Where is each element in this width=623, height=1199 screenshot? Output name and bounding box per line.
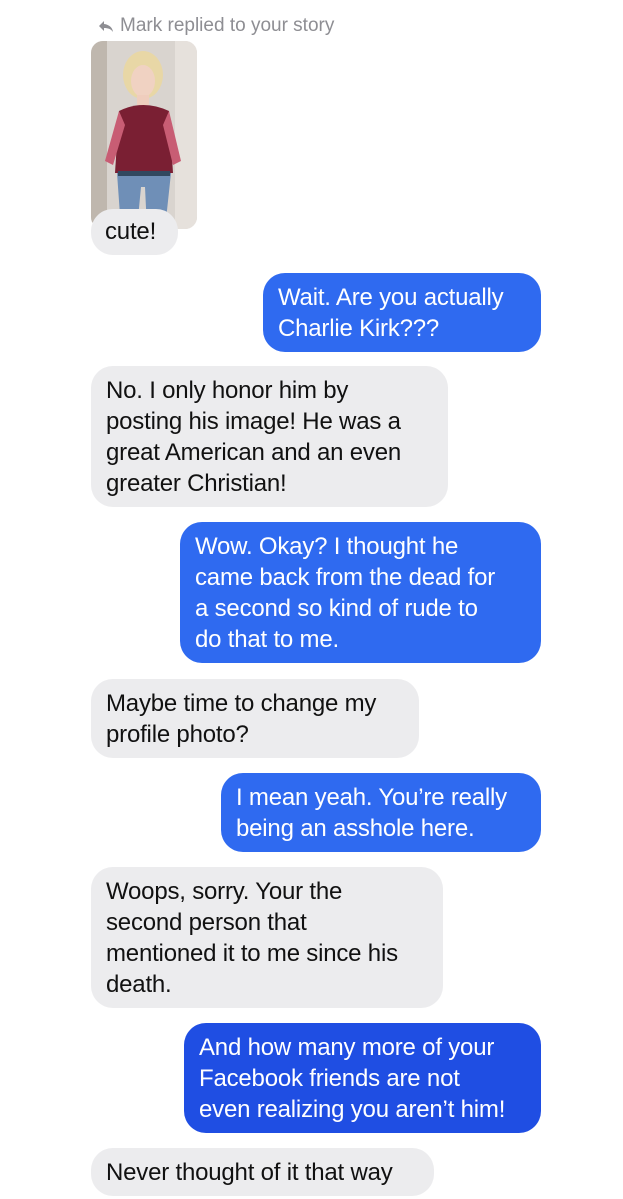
message-line: I mean yeah. You’re really bbox=[236, 784, 507, 811]
message-bubble-incoming[interactable]: Woops, sorry. Your the second person tha… bbox=[91, 867, 443, 1008]
message-line: Wow. Okay? I thought he bbox=[195, 533, 459, 560]
message-bubble-incoming[interactable]: Never thought of it that way bbox=[91, 1148, 434, 1196]
message-line: being an asshole here. bbox=[236, 815, 475, 842]
message-line: Never thought of it that way bbox=[106, 1159, 393, 1186]
message-line: came back from the dead for bbox=[195, 564, 496, 591]
message-line: And how many more of your bbox=[199, 1034, 495, 1061]
message-line: Woops, sorry. Your the bbox=[106, 878, 343, 905]
message-line: mentioned it to me since his bbox=[106, 940, 398, 967]
message-bubble-outgoing[interactable]: Wow. Okay? I thought he came back from t… bbox=[180, 522, 541, 663]
message-line: Charlie Kirk??? bbox=[278, 315, 440, 342]
story-reply-header-text: Mark replied to your story bbox=[120, 15, 335, 36]
story-reply-text: cute! bbox=[105, 218, 157, 245]
message-line: death. bbox=[106, 971, 172, 998]
message-bubble-incoming[interactable]: Maybe time to change my profile photo? bbox=[91, 679, 419, 758]
message-line: greater Christian! bbox=[106, 470, 287, 497]
message-bubble-incoming[interactable]: No. I only honor him by posting his imag… bbox=[91, 366, 448, 507]
message-bubble-outgoing[interactable]: And how many more of your Facebook frien… bbox=[184, 1023, 541, 1133]
message-bubble-outgoing[interactable]: Wait. Are you actually Charlie Kirk??? bbox=[263, 273, 541, 352]
message-line: Wait. Are you actually bbox=[278, 284, 504, 311]
message-line: do that to me. bbox=[195, 626, 339, 653]
message-line: profile photo? bbox=[106, 721, 249, 748]
story-thumbnail[interactable] bbox=[91, 41, 197, 229]
reply-arrow-icon bbox=[96, 16, 116, 36]
message-line: Facebook friends are not bbox=[199, 1065, 460, 1092]
message-line: Maybe time to change my bbox=[106, 690, 377, 717]
message-line: posting his image! He was a bbox=[106, 408, 401, 435]
message-bubble-outgoing[interactable]: I mean yeah. You’re really being an assh… bbox=[221, 773, 541, 852]
message-line: even realizing you aren’t him! bbox=[199, 1096, 506, 1123]
story-reply-bubble: cute! bbox=[91, 209, 178, 255]
message-line: a second so kind of rude to bbox=[195, 595, 478, 622]
story-reply-header: Mark replied to your story bbox=[96, 13, 334, 39]
message-line: No. I only honor him by bbox=[106, 377, 349, 404]
message-line: second person that bbox=[106, 909, 307, 936]
message-line: great American and an even bbox=[106, 439, 401, 466]
